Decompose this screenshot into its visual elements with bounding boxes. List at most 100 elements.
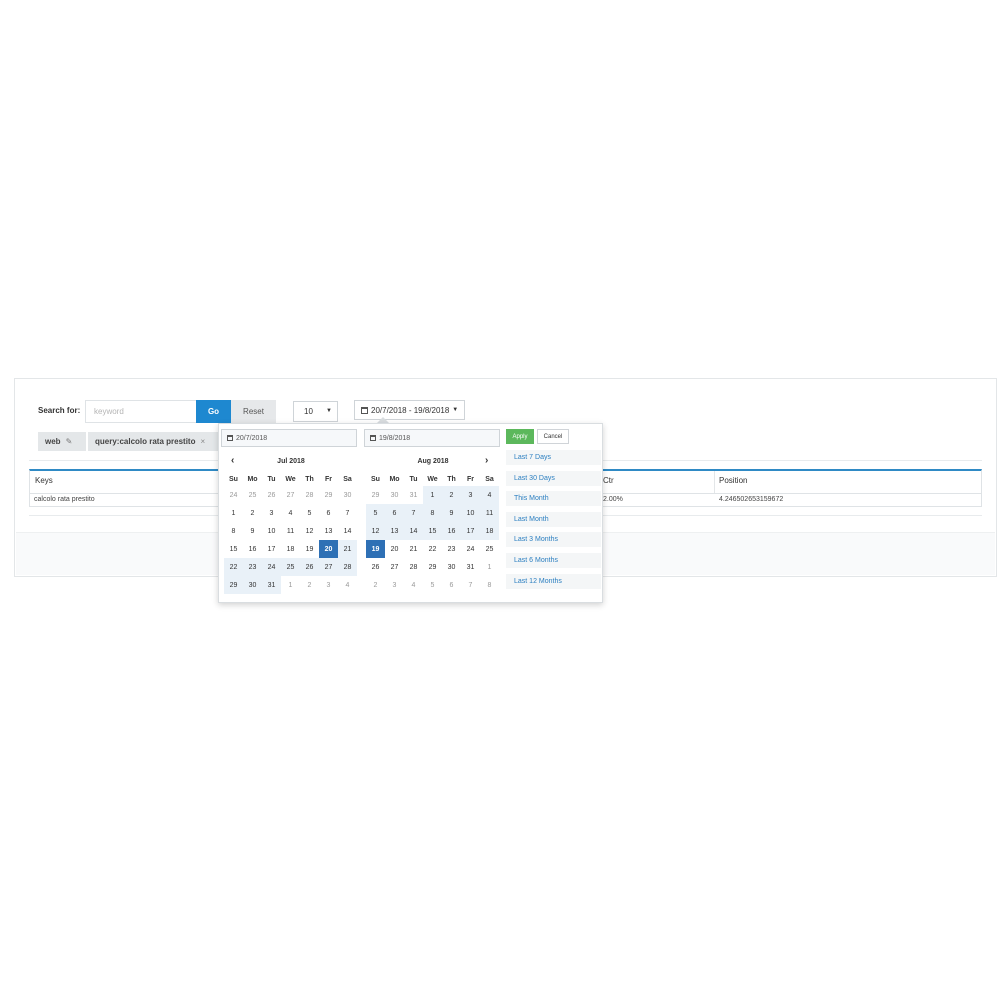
column-header-position[interactable]: Position — [719, 476, 747, 485]
calendar-day[interactable]: 7 — [461, 576, 480, 594]
calendar-day[interactable]: 29 — [366, 486, 385, 504]
calendar-day[interactable]: 6 — [385, 504, 404, 522]
calendar-day[interactable]: 4 — [338, 576, 357, 594]
calendar-day[interactable]: 5 — [423, 576, 442, 594]
calendar-day[interactable]: 13 — [385, 522, 404, 540]
calendar-day[interactable]: 14 — [404, 522, 423, 540]
filter-chip-query[interactable]: query:calcolo rata prestito × — [88, 432, 218, 451]
calendar-day[interactable]: 8 — [480, 576, 499, 594]
search-input[interactable] — [85, 400, 196, 423]
prev-month-icon[interactable]: ‹ — [231, 455, 234, 466]
calendar-day[interactable]: 5 — [366, 504, 385, 522]
calendar-day[interactable]: 8 — [224, 522, 243, 540]
calendar-day[interactable]: 6 — [319, 504, 338, 522]
filter-chip-web[interactable]: web ✎ — [38, 432, 86, 451]
calendar-day[interactable]: 27 — [385, 558, 404, 576]
preset-range-item[interactable]: This Month — [506, 491, 601, 507]
calendar-day[interactable]: 22 — [224, 558, 243, 576]
calendar-day[interactable]: 20 — [319, 540, 338, 558]
calendar-day[interactable]: 16 — [243, 540, 262, 558]
calendar-day[interactable]: 9 — [243, 522, 262, 540]
calendar-day[interactable]: 12 — [300, 522, 319, 540]
calendar-day[interactable]: 2 — [442, 486, 461, 504]
calendar-day[interactable]: 7 — [404, 504, 423, 522]
calendar-day[interactable]: 8 — [423, 504, 442, 522]
calendar-day[interactable]: 25 — [243, 486, 262, 504]
calendar-day[interactable]: 2 — [366, 576, 385, 594]
calendar-day[interactable]: 3 — [319, 576, 338, 594]
calendar-day[interactable]: 1 — [224, 504, 243, 522]
calendar-day[interactable]: 31 — [461, 558, 480, 576]
go-button[interactable]: Go — [196, 400, 231, 423]
column-header-keys[interactable]: Keys — [35, 476, 53, 485]
calendar-day[interactable]: 12 — [366, 522, 385, 540]
calendar-day[interactable]: 1 — [480, 558, 499, 576]
reset-button[interactable]: Reset — [231, 400, 276, 423]
calendar-day[interactable]: 27 — [319, 558, 338, 576]
calendar-day[interactable]: 6 — [442, 576, 461, 594]
calendar-day[interactable]: 10 — [262, 522, 281, 540]
calendar-day[interactable]: 28 — [338, 558, 357, 576]
calendar-day[interactable]: 4 — [480, 486, 499, 504]
calendar-day[interactable]: 5 — [300, 504, 319, 522]
calendar-day[interactable]: 3 — [385, 576, 404, 594]
close-icon[interactable]: × — [200, 437, 205, 446]
preset-range-item[interactable]: Last 30 Days — [506, 470, 601, 486]
calendar-day[interactable]: 25 — [281, 558, 300, 576]
per-page-select[interactable]: 10 ▼ — [293, 401, 338, 422]
end-date-input[interactable]: 19/8/2018 — [364, 429, 500, 447]
calendar-day[interactable]: 1 — [281, 576, 300, 594]
calendar-day[interactable]: 16 — [442, 522, 461, 540]
start-date-input[interactable]: 20/7/2018 — [221, 429, 357, 447]
calendar-day[interactable]: 19 — [300, 540, 319, 558]
calendar-day[interactable]: 11 — [281, 522, 300, 540]
calendar-day[interactable]: 26 — [366, 558, 385, 576]
calendar-day[interactable]: 21 — [404, 540, 423, 558]
calendar-day[interactable]: 30 — [243, 576, 262, 594]
calendar-day[interactable]: 4 — [281, 504, 300, 522]
calendar-day[interactable]: 28 — [404, 558, 423, 576]
date-range-button[interactable]: 20/7/2018 - 19/8/2018 ▼ — [354, 400, 465, 420]
calendar-day[interactable]: 19 — [366, 540, 385, 558]
calendar-day[interactable]: 24 — [262, 558, 281, 576]
calendar-day[interactable]: 31 — [404, 486, 423, 504]
calendar-day[interactable]: 27 — [281, 486, 300, 504]
edit-icon[interactable]: ✎ — [66, 437, 73, 446]
calendar-day[interactable]: 14 — [338, 522, 357, 540]
calendar-day[interactable]: 23 — [442, 540, 461, 558]
calendar-day[interactable]: 15 — [224, 540, 243, 558]
calendar-day[interactable]: 26 — [300, 558, 319, 576]
calendar-day[interactable]: 3 — [461, 486, 480, 504]
calendar-day[interactable]: 29 — [319, 486, 338, 504]
calendar-day[interactable]: 30 — [385, 486, 404, 504]
preset-range-item[interactable]: Last 7 Days — [506, 450, 601, 465]
calendar-day[interactable]: 3 — [262, 504, 281, 522]
column-header-ctr[interactable]: Ctr — [603, 476, 614, 485]
calendar-day[interactable]: 31 — [262, 576, 281, 594]
calendar-day[interactable]: 21 — [338, 540, 357, 558]
calendar-day[interactable]: 25 — [480, 540, 499, 558]
calendar-day[interactable]: 24 — [461, 540, 480, 558]
calendar-day[interactable]: 10 — [461, 504, 480, 522]
calendar-day[interactable]: 1 — [423, 486, 442, 504]
calendar-day[interactable]: 20 — [385, 540, 404, 558]
calendar-day[interactable]: 7 — [338, 504, 357, 522]
calendar-day[interactable]: 30 — [442, 558, 461, 576]
preset-range-item[interactable]: Last 3 Months — [506, 532, 601, 548]
calendar-day[interactable]: 9 — [442, 504, 461, 522]
calendar-day[interactable]: 2 — [300, 576, 319, 594]
calendar-day[interactable]: 29 — [423, 558, 442, 576]
calendar-day[interactable]: 17 — [461, 522, 480, 540]
calendar-day[interactable]: 17 — [262, 540, 281, 558]
preset-range-item[interactable]: Last Month — [506, 511, 601, 527]
calendar-day[interactable]: 29 — [224, 576, 243, 594]
calendar-day[interactable]: 15 — [423, 522, 442, 540]
next-month-icon[interactable]: › — [485, 455, 488, 466]
calendar-day[interactable]: 30 — [338, 486, 357, 504]
preset-range-item[interactable]: Last 6 Months — [506, 553, 601, 568]
calendar-day[interactable]: 22 — [423, 540, 442, 558]
apply-button[interactable]: Apply — [506, 429, 534, 444]
preset-range-item[interactable]: Last 12 Months — [506, 573, 601, 589]
calendar-day[interactable]: 28 — [300, 486, 319, 504]
cancel-button[interactable]: Cancel — [537, 429, 569, 444]
